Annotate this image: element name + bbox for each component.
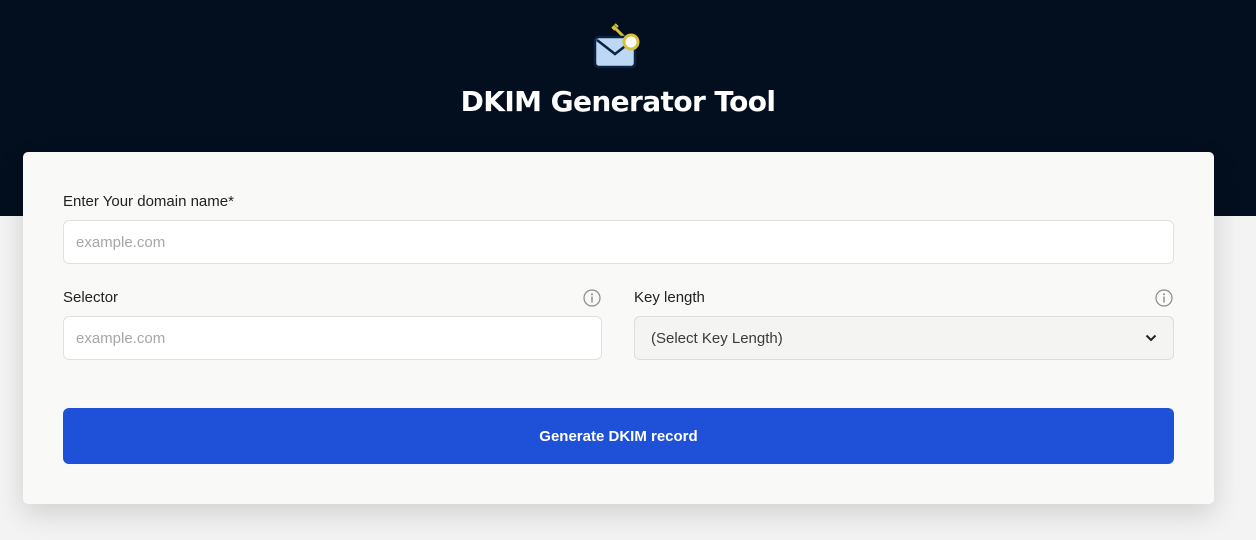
- page-title: DKIM Generator Tool: [460, 85, 776, 118]
- key-length-label: Key length: [634, 289, 705, 306]
- key-length-select[interactable]: (Select Key Length): [634, 316, 1174, 360]
- selector-input[interactable]: [63, 316, 602, 360]
- selector-label: Selector: [63, 289, 119, 306]
- domain-input[interactable]: [63, 220, 1174, 264]
- domain-label: Enter Your domain name*: [63, 193, 234, 210]
- key-length-info-icon[interactable]: [1155, 289, 1173, 307]
- generate-dkim-button[interactable]: Generate DKIM record: [63, 408, 1174, 464]
- envelope-key-icon: [593, 23, 640, 69]
- generate-dkim-button-label: Generate DKIM record: [539, 427, 698, 445]
- dkim-form-card: Enter Your domain name* Selector Key len…: [23, 152, 1214, 504]
- chevron-down-icon: [1145, 334, 1157, 342]
- selector-info-icon[interactable]: [583, 289, 601, 307]
- key-length-selected-value: (Select Key Length): [651, 329, 783, 347]
